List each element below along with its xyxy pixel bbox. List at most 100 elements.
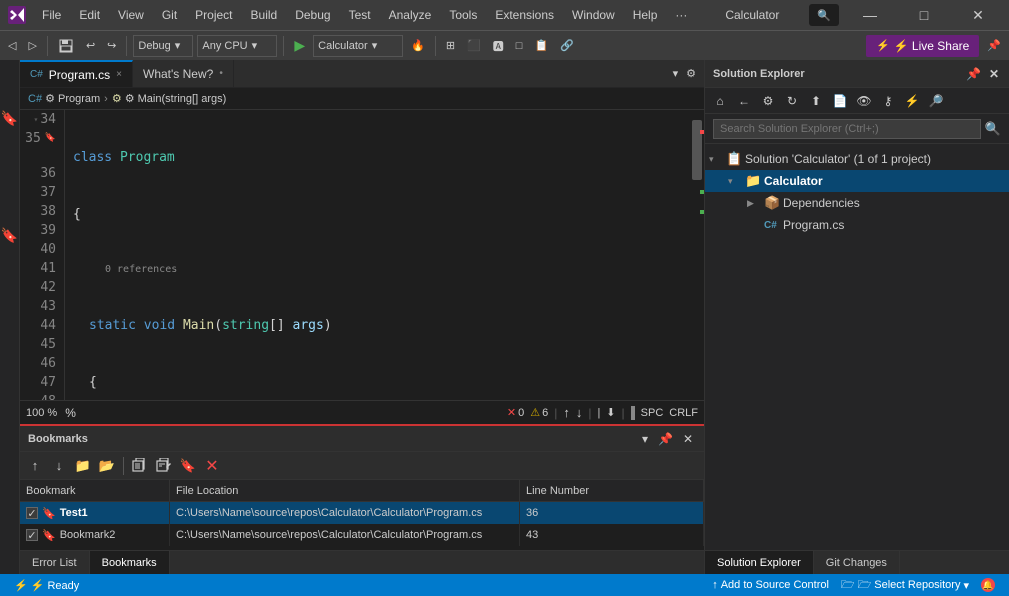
menu-extensions[interactable]: Extensions — [487, 6, 562, 24]
status-select-repo[interactable]: 🗁 🗁 Select Repository ▾ — [835, 576, 975, 595]
zoom-level[interactable]: 100 % — [26, 407, 57, 419]
toolbar-icon5[interactable]: 📋 — [530, 35, 552, 57]
bm-folder-btn[interactable]: 📁 — [72, 455, 94, 477]
panel-dropdown-icon[interactable]: ▾ — [639, 431, 651, 447]
live-share-button[interactable]: ⚡ ⚡ Live Share — [866, 35, 979, 57]
toolbar-icon3[interactable]: 🅰 — [489, 35, 508, 57]
error-count[interactable]: ✕ 0 — [507, 406, 524, 419]
toolbar-icon4[interactable]: □ — [512, 35, 527, 57]
se-btn-show-files[interactable]: 📄 — [829, 91, 851, 111]
se-btn-collapse[interactable]: ⬆ — [805, 91, 827, 111]
code-editor[interactable]: ▾34 35🔖 36 37 38 39 40 41 42 43 44 45 46… — [20, 110, 704, 400]
toolbar-undo[interactable]: ↩ — [82, 35, 99, 57]
editor-scrollbar[interactable] — [690, 110, 704, 400]
platform-dropdown[interactable]: Any CPU ▾ — [197, 35, 277, 57]
status-add-source[interactable]: ↑ Add to Source Control — [706, 579, 835, 591]
target-dropdown[interactable]: Calculator ▾ — [313, 35, 403, 57]
bm-next-btn[interactable]: ↓ — [48, 455, 70, 477]
menu-file[interactable]: File — [34, 6, 69, 24]
goto-icon[interactable]: | — [597, 407, 600, 419]
se-btn-filter[interactable]: ⚷ — [877, 91, 899, 111]
hot-reload-btn[interactable]: 🔥 — [407, 35, 429, 57]
se-btn-refresh[interactable]: ↻ — [781, 91, 803, 111]
se-search-btn[interactable]: 🔍 — [985, 121, 1001, 137]
se-btn-back[interactable]: ← — [733, 91, 755, 111]
menu-project[interactable]: Project — [187, 6, 240, 24]
bookmark-row-1[interactable]: ✓ 🔖 Bookmark2 C:\Users\Name\source\repos… — [20, 524, 704, 546]
menu-view[interactable]: View — [110, 6, 152, 24]
bookmark-row-0[interactable]: ✓ 🔖 Test1 C:\Users\Name\source\repos\Cal… — [20, 502, 704, 524]
breadcrumb-method[interactable]: ⚙ ⚙ Main(string[] args) — [112, 92, 226, 105]
warning-count[interactable]: ⚠ 6 — [530, 406, 548, 419]
tab-program-cs[interactable]: C# Program.cs × — [20, 60, 133, 87]
menu-debug[interactable]: Debug — [287, 6, 338, 24]
toolbar-redo[interactable]: ↪ — [103, 35, 120, 57]
toolbar-save-all[interactable] — [54, 35, 78, 57]
toolbar-icon2[interactable]: ⬛ — [463, 35, 485, 57]
tab-whats-new[interactable]: What's New? • — [133, 60, 234, 87]
git-branch-icon[interactable]: ⬇ — [606, 406, 615, 419]
se-btn-preview[interactable]: 🔎 — [925, 91, 947, 111]
bm-prev-btn[interactable]: ↑ — [24, 455, 46, 477]
menu-git[interactable]: Git — [154, 6, 185, 24]
toolbar-forward[interactable]: ▷ — [24, 35, 40, 57]
bm-rename-btn[interactable] — [153, 455, 175, 477]
tab-bookmarks[interactable]: Bookmarks — [90, 551, 170, 574]
toolbar-pin[interactable]: 📌 — [983, 35, 1005, 57]
menu-build[interactable]: Build — [243, 6, 286, 24]
menu-help[interactable]: Help — [625, 6, 666, 24]
menu-more[interactable]: ··· — [667, 6, 695, 24]
bm-folder2-btn[interactable]: 📂 — [96, 455, 118, 477]
se-btn-show-all[interactable]: 👁 — [853, 91, 875, 111]
tree-item-program-cs[interactable]: ▶ C# Program.cs — [705, 214, 1009, 236]
bookmark-icon-1[interactable]: 🔖 — [1, 110, 18, 127]
nav-up[interactable]: ↑ — [563, 405, 570, 420]
menu-analyze[interactable]: Analyze — [381, 6, 440, 24]
menu-tools[interactable]: Tools — [441, 6, 485, 24]
nav-down[interactable]: ↓ — [576, 405, 583, 420]
tree-expand-solution[interactable]: ▾ — [709, 154, 723, 165]
tree-item-solution[interactable]: ▾ 📋 Solution 'Calculator' (1 of 1 projec… — [705, 148, 1009, 170]
bm-delete-btn[interactable]: ✕ — [201, 455, 223, 477]
se-search-input[interactable] — [713, 119, 981, 139]
se-pin-icon[interactable]: 📌 — [964, 66, 983, 82]
menu-edit[interactable]: Edit — [71, 6, 108, 24]
bm-toggle-btn[interactable] — [129, 455, 151, 477]
se-tab-solution[interactable]: Solution Explorer — [705, 551, 814, 574]
editor-tabs-overflow[interactable]: ▾ — [669, 63, 683, 85]
tab-close-program-cs[interactable]: × — [116, 69, 122, 80]
toolbar-icon6[interactable]: 🔗 — [556, 35, 578, 57]
menu-window[interactable]: Window — [564, 6, 623, 24]
code-content[interactable]: class Program { 0 references static void… — [65, 110, 690, 400]
se-btn-home[interactable]: ⌂ — [709, 91, 731, 111]
status-ready[interactable]: ⚡ ⚡ Ready — [8, 579, 85, 592]
run-btn[interactable]: ▶ — [290, 35, 309, 57]
panel-pin-icon[interactable]: 📌 — [655, 431, 676, 447]
se-btn-settings[interactable]: ⚙ — [757, 91, 779, 111]
bookmark-icon-2[interactable]: 🔖 — [1, 227, 18, 244]
toolbar-icon1[interactable]: ⊞ — [442, 35, 459, 57]
search-btn[interactable]: 🔍 — [809, 4, 839, 26]
bm-checkbox-0[interactable]: ✓ — [26, 507, 38, 519]
tree-item-dependencies[interactable]: ▶ 📦 Dependencies — [705, 192, 1009, 214]
tree-icon-dependencies: 📦 — [764, 195, 780, 211]
tree-expand-deps[interactable]: ▶ — [747, 198, 761, 209]
editor-settings[interactable]: ⚙ — [682, 63, 700, 85]
maximize-btn[interactable]: □ — [901, 0, 947, 30]
se-tab-git[interactable]: Git Changes — [814, 551, 900, 574]
se-close-icon[interactable]: ✕ — [987, 66, 1001, 82]
tree-expand-calc[interactable]: ▾ — [728, 176, 742, 187]
status-notifications[interactable]: 🔔 — [975, 578, 1001, 592]
tree-item-calculator[interactable]: ▾ 📁 Calculator — [705, 170, 1009, 192]
menu-test[interactable]: Test — [341, 6, 379, 24]
panel-close-icon[interactable]: ✕ — [680, 431, 696, 447]
toolbar-back[interactable]: ◁ — [4, 35, 20, 57]
se-btn-props[interactable]: ⚡ — [901, 91, 923, 111]
breadcrumb-namespace[interactable]: C# ⚙ Program — [28, 92, 100, 105]
configuration-dropdown[interactable]: Debug ▾ — [133, 35, 193, 57]
tab-error-list[interactable]: Error List — [20, 551, 90, 574]
bm-add-btn[interactable]: 🔖 — [177, 455, 199, 477]
bm-checkbox-1[interactable]: ✓ — [26, 529, 38, 541]
minimize-btn[interactable]: — — [847, 0, 893, 30]
close-btn[interactable]: ✕ — [955, 0, 1001, 30]
